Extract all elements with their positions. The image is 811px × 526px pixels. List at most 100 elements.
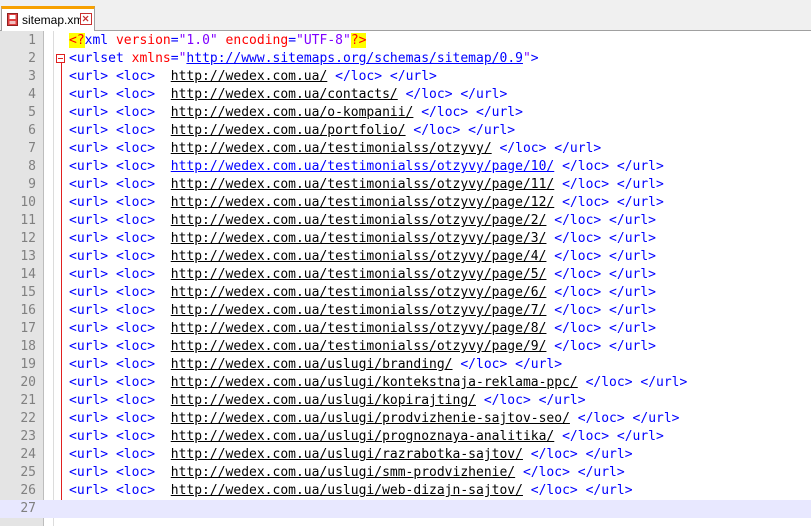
code-text: <url> <loc> http://wedex.com.ua/testimon… xyxy=(69,213,657,228)
code-text: <url> <loc> http://wedex.com.ua/testimon… xyxy=(69,285,657,300)
line-number: 24 xyxy=(20,447,36,462)
url-link[interactable]: http://wedex.com.ua/testimonialss/otzyvy… xyxy=(171,195,555,210)
code-text: <url> <loc> http://wedex.com.ua/testimon… xyxy=(69,141,602,156)
code-text: <url> <loc> http://wedex.com.ua/uslugi/k… xyxy=(69,375,688,390)
code-line: 10 <url> <loc> http://wedex.com.ua/testim… xyxy=(0,194,811,212)
code-line: 24 <url> <loc> http://wedex.com.ua/uslugi… xyxy=(0,446,811,464)
line-number: 20 xyxy=(20,375,36,390)
code-text: <url> <loc> http://wedex.com.ua/contacts… xyxy=(69,87,508,102)
line-number: 14 xyxy=(20,267,36,282)
line-number: 17 xyxy=(20,321,36,336)
line-number: 8 xyxy=(28,159,36,174)
url-link[interactable]: http://wedex.com.ua/o-kompanii/ xyxy=(171,105,414,120)
code-line: 2 <urlset xmlns="http://www.sitemaps.org… xyxy=(0,50,811,68)
url-link[interactable]: http://wedex.com.ua/testimonialss/otzyvy… xyxy=(171,177,555,192)
url-link[interactable]: http://wedex.com.ua/uslugi/razrabotka-sa… xyxy=(171,447,523,462)
code-line: 19 <url> <loc> http://wedex.com.ua/uslugi… xyxy=(0,356,811,374)
code-line: 4 <url> <loc> http://wedex.com.ua/contact… xyxy=(0,86,811,104)
url-link[interactable]: http://wedex.com.ua/uslugi/kopirajting/ xyxy=(171,393,476,408)
line-number: 5 xyxy=(28,105,36,120)
code-text: <url> <loc> http://wedex.com.ua/testimon… xyxy=(69,195,664,210)
url-link[interactable]: http://wedex.com.ua/ xyxy=(171,69,328,84)
line-number: 23 xyxy=(20,429,36,444)
line-number: 4 xyxy=(28,87,36,102)
code-line: 12 <url> <loc> http://wedex.com.ua/testim… xyxy=(0,230,811,248)
line-number: 15 xyxy=(20,285,36,300)
save-file-icon xyxy=(7,13,18,26)
line-number: 26 xyxy=(20,483,36,498)
line-number: 1 xyxy=(28,33,36,48)
schema-link[interactable]: http://www.sitemaps.org/schemas/sitemap/… xyxy=(186,51,523,66)
line-number: 22 xyxy=(20,411,36,426)
line-number: 18 xyxy=(20,339,36,354)
code-line: 5 <url> <loc> http://wedex.com.ua/o-kompa… xyxy=(0,104,811,122)
code-text: <url> <loc> http://wedex.com.ua/testimon… xyxy=(69,339,657,354)
url-link[interactable]: http://wedex.com.ua/testimonialss/otzyvy… xyxy=(171,159,555,174)
code-line: 13 <url> <loc> http://wedex.com.ua/testim… xyxy=(0,248,811,266)
url-link[interactable]: http://wedex.com.ua/contacts/ xyxy=(171,87,398,102)
code-text: <url> <loc> http://wedex.com.ua/testimon… xyxy=(69,159,664,174)
editor-area[interactable]: 1 <?xml version="1.0" encoding="UTF-8"?>… xyxy=(0,31,811,526)
code-text: <url> <loc> http://wedex.com.ua/uslugi/p… xyxy=(69,411,680,426)
url-link[interactable]: http://wedex.com.ua/uslugi/web-dizajn-sa… xyxy=(171,483,523,498)
url-link[interactable]: http://wedex.com.ua/portfolio/ xyxy=(171,123,406,138)
url-link[interactable]: http://wedex.com.ua/testimonialss/otzyvy… xyxy=(171,321,547,336)
line-number: 9 xyxy=(28,177,36,192)
code-line: 6 <url> <loc> http://wedex.com.ua/portfol… xyxy=(0,122,811,140)
code-line: 21 <url> <loc> http://wedex.com.ua/uslugi… xyxy=(0,392,811,410)
url-link[interactable]: http://wedex.com.ua/testimonialss/otzyvy… xyxy=(171,303,547,318)
line-number: 27 xyxy=(20,501,36,516)
code-line: 8 <url> <loc> http://wedex.com.ua/testimo… xyxy=(0,158,811,176)
code-text: <url> <loc> http://wedex.com.ua/testimon… xyxy=(69,267,657,282)
url-link[interactable]: http://wedex.com.ua/uslugi/branding/ xyxy=(171,357,453,372)
code-text: <url> <loc> http://wedex.com.ua/uslugi/b… xyxy=(69,357,563,372)
url-link[interactable]: http://wedex.com.ua/uslugi/prodvizhenie-… xyxy=(171,411,570,426)
line-number: 7 xyxy=(28,141,36,156)
line-number: 13 xyxy=(20,249,36,264)
url-link[interactable]: http://wedex.com.ua/testimonialss/otzyvy… xyxy=(171,267,547,282)
code-text: <url> <loc> http://wedex.com.ua/o-kompan… xyxy=(69,105,523,120)
line-number: 25 xyxy=(20,465,36,480)
code-text: <?xml version="1.0" encoding="UTF-8"?> xyxy=(69,33,367,48)
code-text: <url> <loc> http://wedex.com.ua/testimon… xyxy=(69,231,657,246)
close-icon[interactable] xyxy=(80,13,92,25)
tab-bar: sitemap.xml xyxy=(0,0,811,31)
code-line: 7 <url> <loc> http://wedex.com.ua/testimo… xyxy=(0,140,811,158)
code-text: <url> <loc> http://wedex.com.ua/testimon… xyxy=(69,303,657,318)
code-line: 3 <url> <loc> http://wedex.com.ua/ </loc>… xyxy=(0,68,811,86)
line-number: 11 xyxy=(20,213,36,228)
code-line: 22 <url> <loc> http://wedex.com.ua/uslugi… xyxy=(0,410,811,428)
code-text: <urlset xmlns="http://www.sitemaps.org/s… xyxy=(69,51,539,66)
code-text: <url> <loc> http://wedex.com.ua/uslugi/r… xyxy=(69,447,633,462)
code-line: 11 <url> <loc> http://wedex.com.ua/testim… xyxy=(0,212,811,230)
code-line: 26 <url> <loc> http://wedex.com.ua/uslugi… xyxy=(0,482,811,500)
code-text: <url> <loc> http://wedex.com.ua/testimon… xyxy=(69,321,657,336)
url-link[interactable]: http://wedex.com.ua/testimonialss/otzyvy… xyxy=(171,285,547,300)
url-link[interactable]: http://wedex.com.ua/testimonialss/otzyvy… xyxy=(171,249,547,264)
code-line: 1 <?xml version="1.0" encoding="UTF-8"?> xyxy=(0,32,811,50)
code-line: 16 <url> <loc> http://wedex.com.ua/testim… xyxy=(0,302,811,320)
code-text: <url> <loc> http://wedex.com.ua/uslugi/p… xyxy=(69,429,664,444)
url-link[interactable]: http://wedex.com.ua/uslugi/kontekstnaja-… xyxy=(171,375,578,390)
code-text: <url> <loc> http://wedex.com.ua/testimon… xyxy=(69,177,664,192)
code-text: <url> <loc> http://wedex.com.ua/uslugi/w… xyxy=(69,483,633,498)
code-line: 25 <url> <loc> http://wedex.com.ua/uslugi… xyxy=(0,464,811,482)
url-link[interactable]: http://wedex.com.ua/testimonialss/otzyvy… xyxy=(171,213,547,228)
line-number: 19 xyxy=(20,357,36,372)
tab-sitemap-xml[interactable]: sitemap.xml xyxy=(1,6,95,31)
url-link[interactable]: http://wedex.com.ua/uslugi/smm-prodvizhe… xyxy=(171,465,515,480)
url-link[interactable]: http://wedex.com.ua/uslugi/prognoznaya-a… xyxy=(171,429,555,444)
line-number: 3 xyxy=(28,69,36,84)
line-number: 21 xyxy=(20,393,36,408)
tab-label: sitemap.xml xyxy=(22,13,87,27)
code-line: 9 <url> <loc> http://wedex.com.ua/testimo… xyxy=(0,176,811,194)
code-text: <url> <loc> http://wedex.com.ua/portfoli… xyxy=(69,123,516,138)
url-link[interactable]: http://wedex.com.ua/testimonialss/otzyvy… xyxy=(171,339,547,354)
line-number: 12 xyxy=(20,231,36,246)
current-line[interactable]: 27 xyxy=(0,500,811,518)
code-text: <url> <loc> http://wedex.com.ua/uslugi/k… xyxy=(69,393,586,408)
url-link[interactable]: http://wedex.com.ua/testimonialss/otzyvy… xyxy=(171,141,492,156)
code-text: <url> <loc> http://wedex.com.ua/testimon… xyxy=(69,249,657,264)
url-link[interactable]: http://wedex.com.ua/testimonialss/otzyvy… xyxy=(171,231,547,246)
line-number: 6 xyxy=(28,123,36,138)
